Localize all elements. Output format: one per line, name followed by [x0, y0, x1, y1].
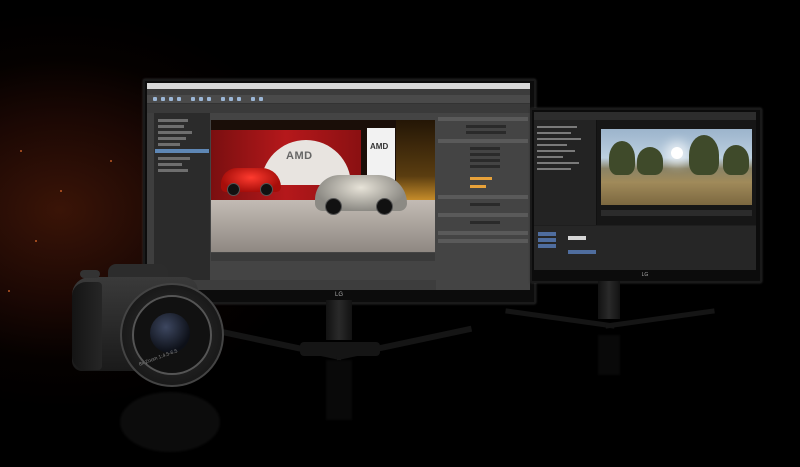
360-video-frame	[601, 129, 752, 205]
effect-controls-panel	[534, 120, 597, 225]
left-monitor-stand	[326, 300, 352, 340]
right-monitor: LG	[530, 108, 762, 283]
viewport-tower-text: AMD	[370, 142, 389, 151]
premiere-header	[534, 112, 756, 120]
lg-logo: LG	[334, 292, 343, 298]
maya-screen: AMD AMD	[147, 83, 530, 290]
render-viewport: AMD AMD	[211, 120, 435, 252]
lg-logo: LG	[641, 272, 649, 278]
red-car	[221, 168, 281, 196]
shutter-button	[80, 270, 100, 278]
premiere-screen	[534, 112, 756, 270]
silver-car	[315, 175, 407, 215]
camera-grip	[72, 282, 102, 370]
timeline-panel	[534, 226, 756, 270]
right-monitor-stand	[598, 281, 620, 319]
product-scene: AMD AMD LG LG 8x Zoom 1:4.5-6.5	[0, 0, 800, 467]
program-monitor	[597, 120, 756, 225]
attribute-editor	[436, 113, 530, 290]
viewport-menu	[211, 113, 435, 120]
left-monitor: AMD AMD LG	[143, 79, 536, 304]
lens-glass	[150, 313, 190, 353]
time-slider	[211, 253, 435, 261]
viewport-logo-text: AMD	[286, 150, 313, 162]
status-toolbar	[147, 95, 530, 104]
shelf	[147, 104, 530, 113]
outliner-selected-row	[155, 149, 209, 153]
playback-controls	[601, 210, 752, 216]
